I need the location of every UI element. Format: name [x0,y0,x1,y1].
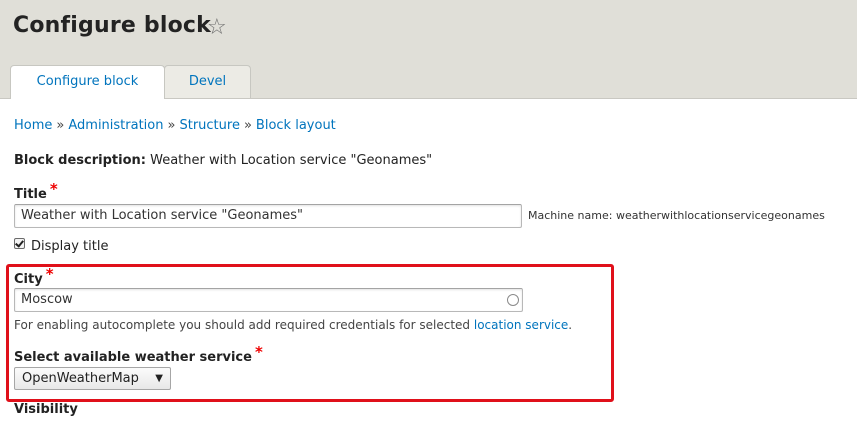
required-marker: * [45,265,54,283]
display-title-checkbox[interactable] [14,238,25,249]
title-input[interactable]: Weather with Location service "Geonames" [14,204,522,228]
breadcrumb-home[interactable]: Home [14,118,52,133]
block-description-label: Block description: [14,153,146,168]
city-label-text: City [14,272,43,287]
machine-name: Machine name: weatherwithlocationservice… [528,209,825,222]
weather-service-select[interactable]: OpenWeatherMap ▼ [14,367,171,390]
required-marker: * [254,343,263,361]
help-text-end: . [568,318,573,332]
required-marker: * [49,180,58,198]
block-description: Block description: Weather with Location… [14,153,432,168]
chevron-down-icon: ▼ [155,373,163,384]
help-text: For enabling autocomplete you should add… [14,318,474,332]
tab-configure-block[interactable]: Configure block [10,65,165,99]
weather-service-selected: OpenWeatherMap [22,371,139,386]
breadcrumb: Home» Administration» Structure» Block layo… [14,118,336,133]
display-title-label[interactable]: Display title [31,239,108,254]
city-autocomplete-input[interactable]: Moscow [14,288,523,312]
title-label: Title * [14,180,58,202]
breadcrumb-separator: » [167,118,176,133]
autocomplete-throbber-icon [507,294,519,306]
location-service-link[interactable]: location service [474,318,568,332]
city-help-text: For enabling autocomplete you should add… [14,318,572,332]
page-title: Configure block [13,13,211,38]
page-header: Configure block ☆ Configure block Devel [0,0,857,99]
weather-service-label: Select available weather service * [14,343,263,365]
breadcrumb-administration[interactable]: Administration [68,118,163,133]
breadcrumb-separator: » [56,118,65,133]
breadcrumb-block-layout[interactable]: Block layout [256,118,336,133]
tab-devel[interactable]: Devel [164,65,251,98]
weather-service-label-text: Select available weather service [14,350,252,365]
city-label: City * [14,265,54,287]
breadcrumb-separator: » [243,118,252,133]
block-description-value: Weather with Location service "Geonames" [150,153,433,168]
breadcrumb-structure[interactable]: Structure [179,118,239,133]
title-label-text: Title [14,187,47,202]
star-icon[interactable]: ☆ [207,15,227,40]
visibility-heading: Visibility [14,402,78,417]
